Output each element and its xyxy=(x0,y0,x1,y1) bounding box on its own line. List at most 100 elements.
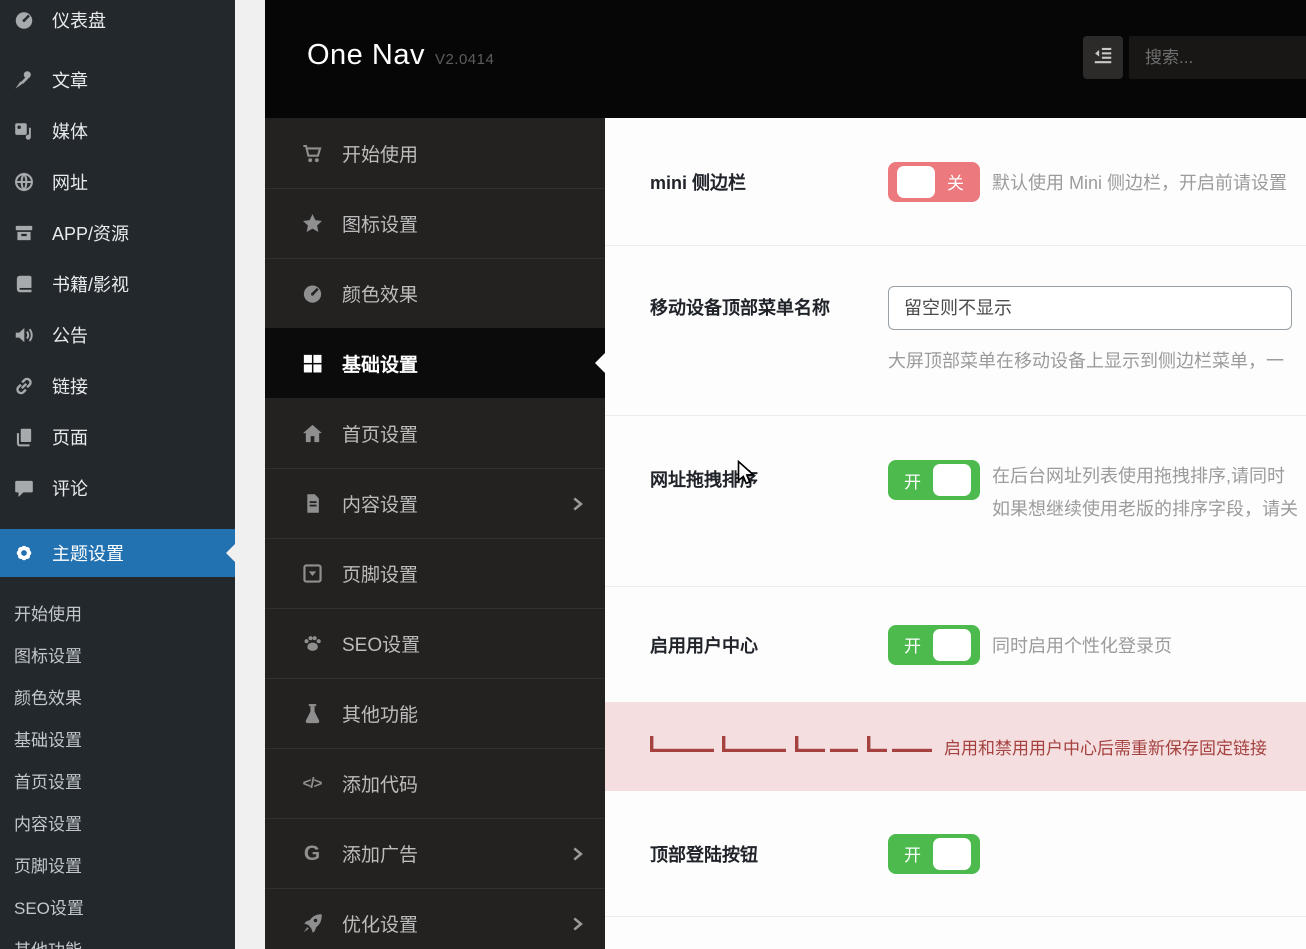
submenu-item-footer-settings[interactable]: 页脚设置 xyxy=(0,843,235,885)
setting-label: 网址拖拽排序 xyxy=(650,470,758,490)
sidebar-item-label: 文章 xyxy=(52,70,88,91)
sidebar-item-app-resources[interactable]: APP/资源 xyxy=(0,207,235,258)
sidebar-item-urls[interactable]: 网址 xyxy=(0,156,235,207)
url-drag-sort-toggle[interactable]: 开 xyxy=(888,460,980,500)
dashed-lines-graphic xyxy=(650,734,932,759)
warning-text: 启用和禁用用户中心后需重新保存固定链接 xyxy=(944,739,1267,758)
sidebar-item-books-movies[interactable]: 书籍/影视 xyxy=(0,258,235,309)
nav-item-add-code[interactable]: </> 添加代码 xyxy=(265,748,605,818)
submenu-item-other-features[interactable]: 其他功能 xyxy=(0,927,235,949)
brand-title: One Nav V2.0414 xyxy=(307,39,495,71)
user-center-toggle[interactable]: 开 xyxy=(888,624,980,665)
setting-row-url-drag-sort: 网址拖拽排序 开 在后台网址列表使用拖拽排序,请同时 如果想继续使用老版的排序字… xyxy=(605,416,1306,587)
setting-row-top-login-button: 顶部登陆按钮 开 xyxy=(605,791,1306,917)
sidebar-item-theme-settings[interactable]: 主题设置 xyxy=(0,529,235,577)
sidebar-item-dashboard[interactable]: 仪表盘 xyxy=(0,0,235,40)
nav-item-seo-settings[interactable]: SEO设置 xyxy=(265,608,605,678)
sidebar-item-label: APP/资源 xyxy=(52,223,130,244)
toggle-knob xyxy=(897,165,935,198)
home-icon xyxy=(300,421,324,445)
sidebar-item-label: 仪表盘 xyxy=(52,11,106,31)
google-g-icon: G xyxy=(303,841,321,865)
nav-item-icon-settings[interactable]: 图标设置 xyxy=(265,188,605,258)
gear-icon xyxy=(12,541,36,565)
submenu-item-basic-settings[interactable]: 基础设置 xyxy=(0,717,235,759)
setting-help-text: 同时启用个性化登录页 xyxy=(992,635,1172,656)
nav-item-footer-settings[interactable]: 页脚设置 xyxy=(265,538,605,608)
setting-help-text: 大屏顶部菜单在移动设备上显示到侧边栏菜单，一 xyxy=(888,351,1284,371)
sidebar-item-label: 评论 xyxy=(52,478,88,499)
sidebar-item-media[interactable]: 媒体 xyxy=(0,105,235,156)
media-icon xyxy=(12,119,36,143)
sidebar-item-links[interactable]: 链接 xyxy=(0,360,235,411)
nav-item-basic-settings[interactable]: 基础设置 xyxy=(265,328,605,398)
sidebar-separator xyxy=(0,40,235,54)
megaphone-icon xyxy=(12,323,36,347)
nav-item-content-settings[interactable]: 内容设置 xyxy=(265,468,605,538)
submenu-item-icon-settings[interactable]: 图标设置 xyxy=(0,633,235,675)
submenu-item-content-settings[interactable]: 内容设置 xyxy=(0,801,235,843)
setting-row-user-center: 启用用户中心 开 同时启用个性化登录页 xyxy=(605,587,1306,702)
sidebar-item-label: 书籍/影视 xyxy=(52,274,130,295)
nav-item-add-ads[interactable]: G 添加广告 xyxy=(265,818,605,888)
outdent-icon xyxy=(1092,44,1114,71)
top-login-button-toggle[interactable]: 开 xyxy=(888,833,980,874)
sidebar-item-label: 媒体 xyxy=(52,121,88,142)
sidebar-item-pages[interactable]: 页面 xyxy=(0,411,235,462)
sidebar-item-label: 链接 xyxy=(52,376,88,397)
sidebar-item-label: 页面 xyxy=(52,427,88,448)
paw-icon xyxy=(300,632,324,656)
dashboard-gauge-icon xyxy=(12,8,36,32)
tachometer-icon xyxy=(300,282,324,306)
submenu-item-home-settings[interactable]: 首页设置 xyxy=(0,759,235,801)
toggle-knob xyxy=(933,464,971,496)
toggle-state-label: 开 xyxy=(904,846,921,865)
toggle-knob xyxy=(933,628,971,661)
sidebar-item-announcements[interactable]: 公告 xyxy=(0,309,235,360)
setting-row-mini-sidebar: mini 侧边栏 关 默认使用 Mini 侧边栏，开启前请设置 xyxy=(605,118,1306,246)
submenu-item-getting-started[interactable]: 开始使用 xyxy=(0,591,235,633)
settings-panel: mini 侧边栏 关 默认使用 Mini 侧边栏，开启前请设置 移动设备顶部菜单… xyxy=(605,118,1306,949)
globe-icon xyxy=(12,170,36,194)
nav-item-getting-started[interactable]: 开始使用 xyxy=(265,118,605,188)
nav-item-other-features[interactable]: 其他功能 xyxy=(265,678,605,748)
sidebar-item-label: 主题设置 xyxy=(52,544,124,564)
sidebar-separator xyxy=(0,513,235,529)
sidebar-item-label: 公告 xyxy=(52,325,88,346)
one-nav-settings-page: 仪表盘 文章 媒体 网址 APP/资源 书籍/影视 公告 链接 页面 评论 主题… xyxy=(0,0,1306,949)
comment-icon xyxy=(12,476,36,500)
wp-admin-sidebar: 仪表盘 文章 媒体 网址 APP/资源 书籍/影视 公告 链接 页面 评论 主题… xyxy=(0,0,235,949)
flask-icon xyxy=(300,702,324,726)
nav-item-home-settings[interactable]: 首页设置 xyxy=(265,398,605,468)
nav-item-optimization-settings[interactable]: 优化设置 xyxy=(265,888,605,949)
mini-sidebar-toggle[interactable]: 关 xyxy=(888,161,980,202)
theme-settings-submenu: 开始使用 图标设置 颜色效果 基础设置 首页设置 内容设置 页脚设置 SEO设置… xyxy=(0,577,235,949)
theme-header: One Nav V2.0414 xyxy=(265,0,1306,118)
search-input[interactable] xyxy=(1129,36,1306,79)
sidebar-item-posts[interactable]: 文章 xyxy=(0,54,235,105)
chevron-right-icon xyxy=(570,496,585,517)
collapse-menu-button[interactable] xyxy=(1083,36,1123,79)
star-icon xyxy=(300,212,324,236)
sidebar-gap xyxy=(235,0,265,949)
setting-label: 启用用户中心 xyxy=(650,635,758,656)
mobile-menu-name-input[interactable] xyxy=(888,286,1292,330)
cart-icon xyxy=(300,141,324,165)
grid-icon xyxy=(300,351,324,375)
file-icon xyxy=(300,492,324,516)
setting-label: 顶部登陆按钮 xyxy=(650,844,758,865)
archive-box-icon xyxy=(12,221,36,245)
nav-item-color-effects[interactable]: 颜色效果 xyxy=(265,258,605,328)
submenu-item-color-effects[interactable]: 颜色效果 xyxy=(0,675,235,717)
sidebar-item-label: 网址 xyxy=(52,172,88,193)
chevron-right-icon xyxy=(570,916,585,937)
theme-settings-nav: 开始使用 图标设置 颜色效果 基础设置 首页设置 内容设置 页脚设置 SEO设置… xyxy=(265,118,605,949)
link-icon xyxy=(12,374,36,398)
pushpin-icon xyxy=(12,68,36,92)
setting-help-text: 在后台网址列表使用拖拽排序,请同时 如果想继续使用老版的排序字段，请关 xyxy=(992,466,1298,519)
submenu-item-seo-settings[interactable]: SEO设置 xyxy=(0,885,235,927)
toggle-state-label: 关 xyxy=(947,174,964,193)
chevron-right-icon xyxy=(570,846,585,867)
sidebar-item-comments[interactable]: 评论 xyxy=(0,462,235,513)
book-icon xyxy=(12,272,36,296)
